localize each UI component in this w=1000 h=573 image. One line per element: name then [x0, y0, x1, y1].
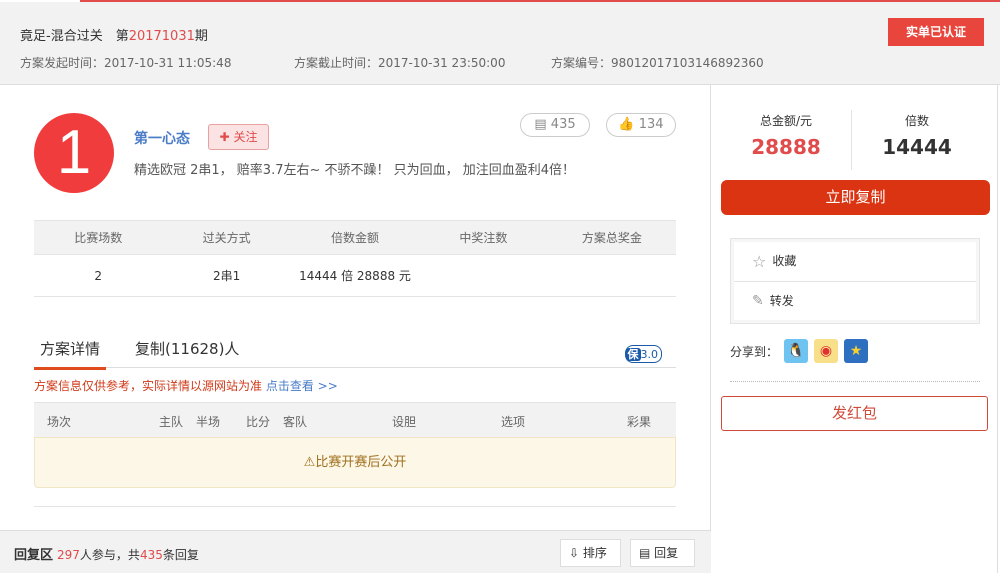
- col-header: 中奖注数: [459, 231, 508, 245]
- col-header: 方案总奖金: [581, 231, 642, 245]
- issue-number: 20171031: [128, 29, 195, 44]
- comment-icon: ▤: [534, 117, 547, 132]
- comments-count: 435: [550, 117, 576, 132]
- multiple-label: 倍数: [904, 114, 929, 128]
- badge-version: 3.0: [640, 348, 659, 361]
- dotted-divider: [730, 381, 980, 382]
- divider: [34, 506, 676, 507]
- multiple: 倍数 14444: [857, 112, 977, 159]
- username-link[interactable]: 第一心态: [134, 128, 190, 148]
- col-header: 场次: [47, 415, 72, 429]
- reply-label: 回复: [654, 546, 679, 560]
- cell: [419, 255, 547, 296]
- plan-header: 竟足-混合过关 第20171031期 方案发起时间：2017-10-31 11:…: [0, 2, 1000, 85]
- forward-button[interactable]: ✎ 转发: [734, 281, 976, 320]
- tab-detail[interactable]: 方案详情: [34, 338, 106, 370]
- hidden-text: 比赛开赛后公开: [315, 455, 407, 470]
- col-header: 比分: [246, 415, 271, 429]
- forward-label: 转发: [769, 293, 794, 308]
- action-list: ☆ 收藏 ✎ 转发: [730, 238, 980, 324]
- thumbs-up-icon: 👍: [618, 117, 635, 132]
- total-label: 总金额/元: [759, 114, 813, 128]
- start-time: 方案发起时间：2017-10-31 11:05:48: [20, 56, 232, 70]
- reply-summary: 回复区 297人参与，共435条回复: [14, 544, 199, 563]
- view-source-link[interactable]: 点击查看 >>: [266, 379, 338, 393]
- red-packet-button[interactable]: 发红包: [721, 396, 988, 431]
- cell: 2串1: [212, 269, 241, 283]
- reply-suffix: 条回复: [162, 548, 199, 562]
- hidden-matches-notice: ⚠比赛开赛后公开: [34, 437, 676, 488]
- tab-bar: 方案详情 复制(11628)人 保 3.0: [34, 330, 676, 370]
- warning-icon: ⚠: [303, 455, 316, 470]
- disclaimer-text: 方案信息仅供参考，实际详情以源网站为准: [34, 379, 266, 393]
- reply-mid: 人参与，共: [79, 548, 140, 562]
- qq-icon[interactable]: 🐧: [784, 339, 809, 363]
- follow-label: 关注: [233, 130, 258, 144]
- plus-icon: ✚: [219, 130, 230, 144]
- guarantee-badge: 保 3.0: [624, 345, 662, 363]
- share-row: 分享到： 🐧 ◉ ★: [730, 339, 869, 363]
- multiple-value: 14444: [882, 135, 952, 159]
- reply-count: 435: [139, 548, 163, 562]
- edit-icon: ✎: [752, 292, 764, 309]
- col-header: 比赛场数: [74, 231, 123, 245]
- col-header: 设胆: [392, 415, 417, 429]
- cell: [548, 255, 676, 296]
- follow-button[interactable]: ✚ 关注: [208, 124, 269, 150]
- plan-title: 竟足-混合过关 第20171031期: [20, 25, 208, 44]
- col-header: 倍数金额: [331, 231, 380, 245]
- participants: 297: [57, 548, 80, 562]
- plan-number: 方案编号：98012017103146892360: [551, 56, 764, 70]
- copy-now-button[interactable]: 立即复制: [721, 180, 990, 215]
- title-prefix: 竟足-混合过关 第: [20, 29, 129, 44]
- favorite-button[interactable]: ☆ 收藏: [734, 242, 976, 281]
- weibo-icon[interactable]: ◉: [814, 339, 839, 363]
- arrow-down-icon: ⇩: [569, 546, 580, 560]
- summary-header: 比赛场数 过关方式 倍数金额 中奖注数 方案总奖金: [34, 220, 676, 255]
- avatar[interactable]: 1: [34, 113, 114, 193]
- star-icon: ☆: [752, 252, 767, 271]
- end-time: 方案截止时间：2017-10-31 23:50:00: [294, 56, 506, 70]
- tab-copiers[interactable]: 复制(11628)人: [135, 338, 239, 359]
- col-header: 半场: [196, 415, 221, 429]
- sort-label: 排序: [582, 546, 607, 560]
- col-header: 选项: [501, 415, 526, 429]
- side-panel: 总金额/元 28888 倍数 14444 立即复制 ☆ 收藏 ✎ 转发 分享到： 🐧 ◉…: [711, 85, 998, 573]
- cell: 14444 倍 28888 元: [299, 269, 411, 283]
- share-label: 分享到：: [730, 344, 779, 359]
- reply-button[interactable]: ▤ 回复: [630, 539, 695, 567]
- col-header: 客队: [283, 415, 308, 429]
- sort-button[interactable]: ⇩ 排序: [560, 539, 621, 567]
- reply-bar: 回复区 297人参与，共435条回复 ⇩ 排序 ▤ 回复: [0, 530, 711, 573]
- like-button[interactable]: 👍 134: [606, 113, 676, 137]
- col-header: 过关方式: [202, 231, 251, 245]
- table-row: 2 2串1 14444 倍 28888 元: [34, 255, 676, 297]
- likes-count: 134: [638, 117, 664, 132]
- qzone-icon[interactable]: ★: [844, 339, 869, 363]
- favorite-label: 收藏: [772, 254, 797, 268]
- verified-badge: 实单已认证: [888, 18, 984, 46]
- divider: [851, 110, 852, 170]
- col-header: 主队: [159, 415, 184, 429]
- match-table-header: 场次 主队 半场 比分 客队 设胆 选项 彩果: [34, 402, 676, 437]
- comment-icon: ▤: [639, 546, 651, 560]
- total-amount: 总金额/元 28888: [726, 112, 846, 159]
- total-value: 28888: [751, 135, 821, 159]
- reply-title: 回复区: [14, 548, 54, 563]
- main-panel: 1 第一心态 ✚ 关注 精选欧冠 2串1， 赔率3.7左右~ 不骄不躁！ 只为回…: [0, 85, 711, 573]
- title-suffix: 期: [194, 29, 208, 44]
- comments-button[interactable]: ▤ 435: [520, 113, 590, 137]
- disclaimer: 方案信息仅供参考，实际详情以源网站为准 点击查看 >>: [34, 377, 338, 394]
- summary-table: 比赛场数 过关方式 倍数金额 中奖注数 方案总奖金 2 2串1 14444 倍 28888 …: [34, 220, 676, 297]
- shield-icon: 保: [625, 348, 641, 361]
- plan-description: 精选欧冠 2串1， 赔率3.7左右~ 不骄不躁！ 只为回血， 加注回血盈利4倍！: [134, 163, 576, 178]
- col-header: 彩果: [627, 415, 652, 429]
- cell: 2: [94, 269, 103, 283]
